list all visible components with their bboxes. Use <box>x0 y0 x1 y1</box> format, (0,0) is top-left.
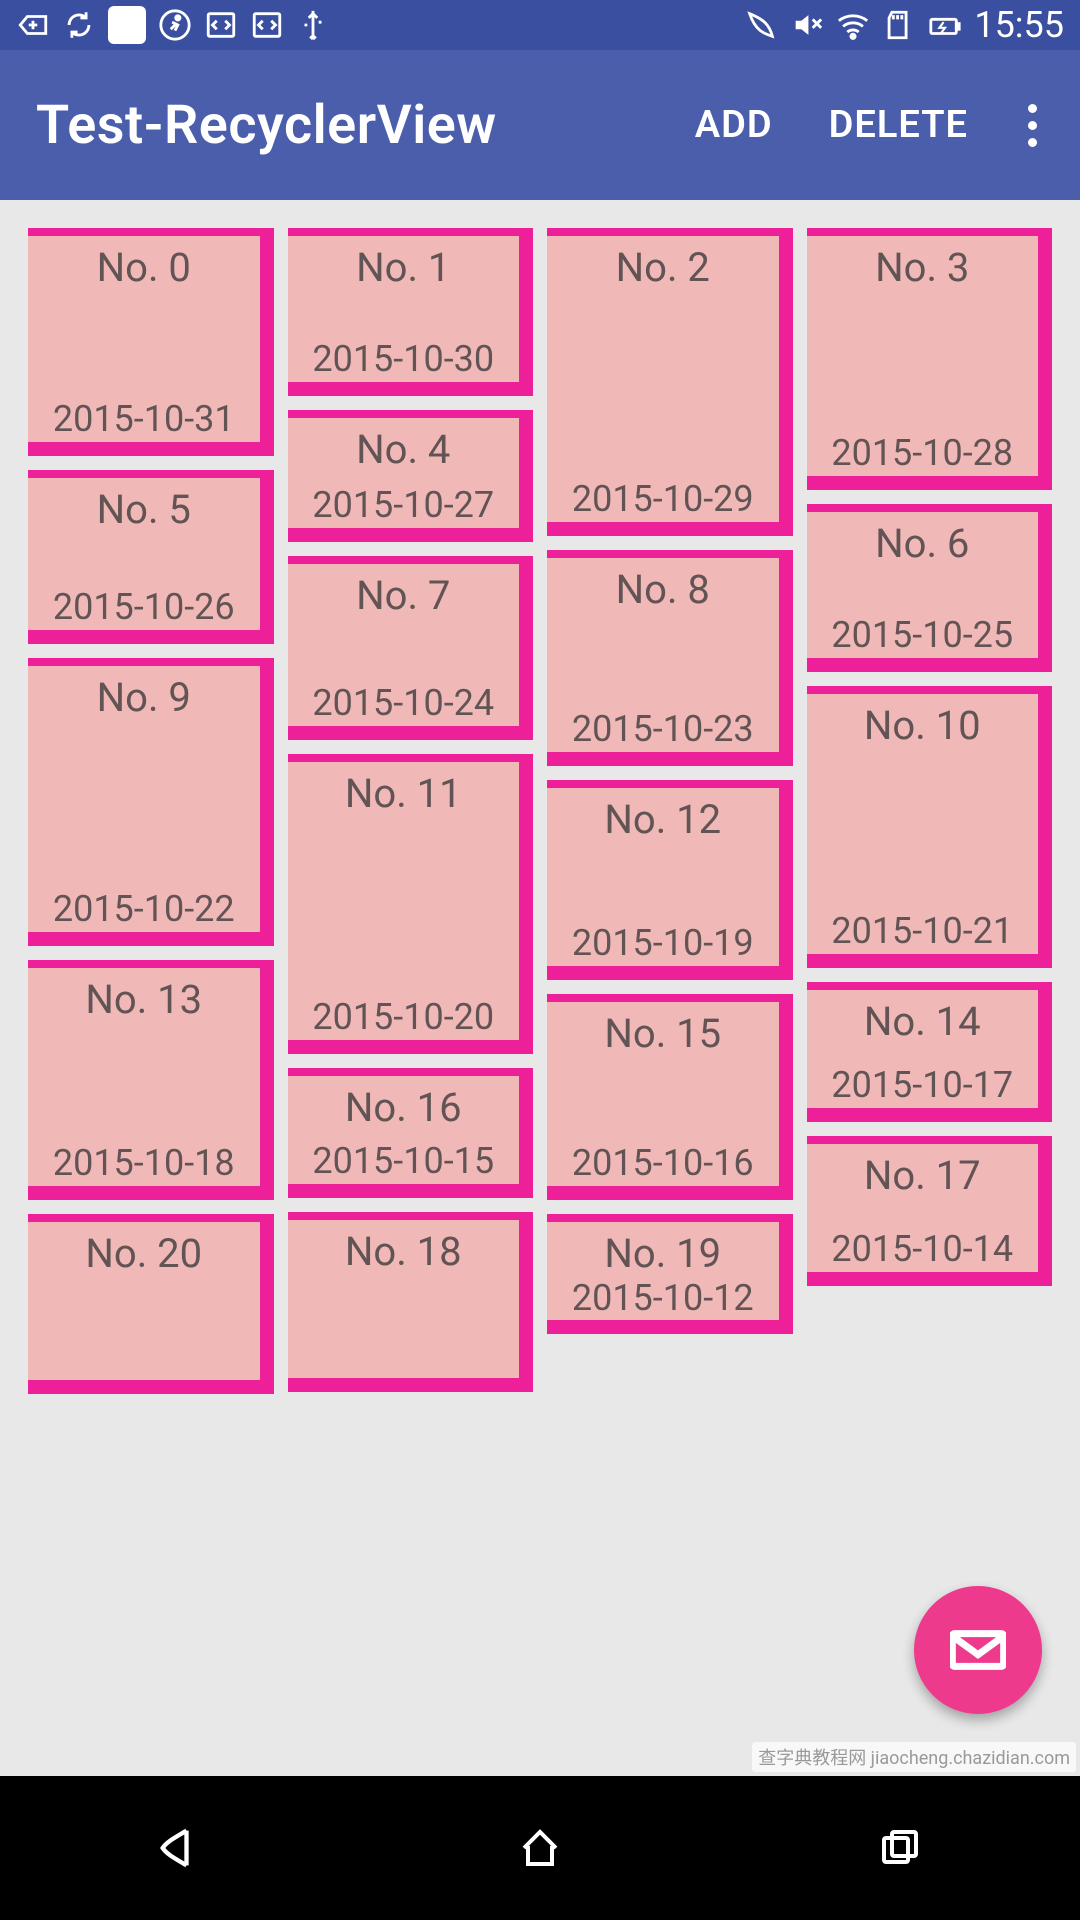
item-title: No. 3 <box>807 244 1039 291</box>
item-date: 2015-10-18 <box>28 1142 260 1186</box>
list-item[interactable]: No. 13 2015-10-18 <box>28 960 274 1200</box>
home-button[interactable] <box>510 1818 570 1878</box>
list-item[interactable]: No. 3 2015-10-28 <box>807 228 1053 490</box>
navigation-bar <box>0 1776 1080 1920</box>
list-item[interactable]: No. 9 2015-10-22 <box>28 658 274 946</box>
overflow-menu-icon[interactable] <box>1008 101 1056 149</box>
item-title: No. 15 <box>547 1010 779 1057</box>
item-date: 2015-10-30 <box>288 338 520 382</box>
list-item[interactable]: No. 192015-10-12 <box>547 1214 793 1334</box>
list-item[interactable]: No. 6 2015-10-25 <box>807 504 1053 672</box>
list-item[interactable]: No. 14 2015-10-17 <box>807 982 1053 1122</box>
back-tag-icon <box>16 8 50 42</box>
list-item[interactable]: No. 15 2015-10-16 <box>547 994 793 1200</box>
item-title: No. 8 <box>547 566 779 613</box>
item-date <box>28 1378 260 1380</box>
item-date: 2015-10-21 <box>807 910 1039 954</box>
item-date <box>288 1376 520 1378</box>
devtools-icon-2 <box>250 8 284 42</box>
staggered-column: No. 2 2015-10-29 No. 8 2015-10-23 No. 12 2015… <box>547 228 793 1748</box>
item-title: No. 16 <box>288 1084 520 1131</box>
staggered-column: No. 1 2015-10-30 No. 4 2015-10-27 No. 7 2015-… <box>288 228 534 1748</box>
fab-mail-button[interactable] <box>914 1586 1042 1714</box>
item-title: No. 1 <box>288 244 520 291</box>
delete-button[interactable]: DELETE <box>801 91 996 159</box>
list-item[interactable]: No. 20 <box>28 1214 274 1394</box>
item-title: No. 10 <box>807 702 1039 749</box>
recycler-view[interactable]: No. 0 2015-10-31 No. 5 2015-10-26 No. 9 2015-… <box>0 200 1080 1776</box>
status-bar: 15:55 <box>0 0 1080 50</box>
item-date: 2015-10-14 <box>807 1228 1039 1272</box>
devtools-icon <box>204 8 238 42</box>
app-icon <box>108 6 146 44</box>
status-right-icons: 15:55 <box>744 4 1064 46</box>
item-date: 2015-10-19 <box>547 922 779 966</box>
list-item[interactable]: No. 10 2015-10-21 <box>807 686 1053 968</box>
list-item[interactable]: No. 0 2015-10-31 <box>28 228 274 456</box>
volume-mute-icon <box>790 8 824 42</box>
battery-charging-icon <box>928 8 962 42</box>
item-date: 2015-10-28 <box>807 432 1039 476</box>
item-date: 2015-10-16 <box>547 1142 779 1186</box>
list-item[interactable]: No. 7 2015-10-24 <box>288 556 534 740</box>
sync-icon <box>62 8 96 42</box>
app-title: Test-RecyclerView <box>36 94 667 157</box>
item-date: 2015-10-29 <box>547 478 779 522</box>
list-item[interactable]: No. 1 2015-10-30 <box>288 228 534 396</box>
item-date: 2015-10-17 <box>807 1064 1039 1108</box>
status-left-icons <box>16 6 330 44</box>
item-date: 2015-10-20 <box>288 996 520 1040</box>
item-title: No. 5 <box>28 486 260 533</box>
item-title: No. 14 <box>807 998 1039 1045</box>
status-clock: 15:55 <box>974 4 1064 46</box>
recent-apps-button[interactable] <box>870 1818 930 1878</box>
staggered-column: No. 0 2015-10-31 No. 5 2015-10-26 No. 9 2015-… <box>28 228 274 1748</box>
item-date: 2015-10-22 <box>28 888 260 932</box>
item-date: 2015-10-15 <box>288 1140 520 1184</box>
list-item[interactable]: No. 4 2015-10-27 <box>288 410 534 542</box>
back-button[interactable] <box>150 1818 210 1878</box>
item-title: No. 9 <box>28 674 260 721</box>
list-item[interactable]: No. 18 <box>288 1212 534 1392</box>
list-item[interactable]: No. 16 2015-10-15 <box>288 1068 534 1198</box>
running-icon <box>158 8 192 42</box>
item-date: 2015-10-12 <box>547 1277 779 1321</box>
location-icon <box>744 8 778 42</box>
item-title: No. 7 <box>288 572 520 619</box>
list-item[interactable]: No. 11 2015-10-20 <box>288 754 534 1054</box>
list-item[interactable]: No. 2 2015-10-29 <box>547 228 793 536</box>
list-item[interactable]: No. 5 2015-10-26 <box>28 470 274 644</box>
item-title: No. 11 <box>288 770 520 817</box>
item-date: 2015-10-25 <box>807 614 1039 658</box>
item-title: No. 19 <box>547 1230 779 1277</box>
item-date: 2015-10-27 <box>288 484 520 528</box>
usb-icon <box>296 8 330 42</box>
wifi-icon <box>836 8 870 42</box>
list-item[interactable]: No. 8 2015-10-23 <box>547 550 793 766</box>
item-title: No. 6 <box>807 520 1039 567</box>
item-title: No. 4 <box>288 426 520 473</box>
item-title: No. 20 <box>28 1230 260 1277</box>
add-button[interactable]: ADD <box>667 91 801 159</box>
item-title: No. 13 <box>28 976 260 1023</box>
item-date: 2015-10-24 <box>288 682 520 726</box>
item-date: 2015-10-23 <box>547 708 779 752</box>
list-item[interactable]: No. 17 2015-10-14 <box>807 1136 1053 1286</box>
item-date: 2015-10-31 <box>28 398 260 442</box>
list-item[interactable]: No. 12 2015-10-19 <box>547 780 793 980</box>
mail-icon <box>950 1630 1006 1670</box>
item-title: No. 18 <box>288 1228 520 1275</box>
item-title: No. 0 <box>28 244 260 291</box>
item-title: No. 12 <box>547 796 779 843</box>
item-title: No. 17 <box>807 1152 1039 1199</box>
sd-card-icon <box>882 8 916 42</box>
item-title: No. 2 <box>547 244 779 291</box>
staggered-column: No. 3 2015-10-28 No. 6 2015-10-25 No. 10 2015… <box>807 228 1053 1748</box>
action-bar: Test-RecyclerView ADD DELETE <box>0 50 1080 200</box>
item-date: 2015-10-26 <box>28 586 260 630</box>
watermark-text: 查字典教程网 jiaocheng.chazidian.com <box>752 1742 1076 1772</box>
